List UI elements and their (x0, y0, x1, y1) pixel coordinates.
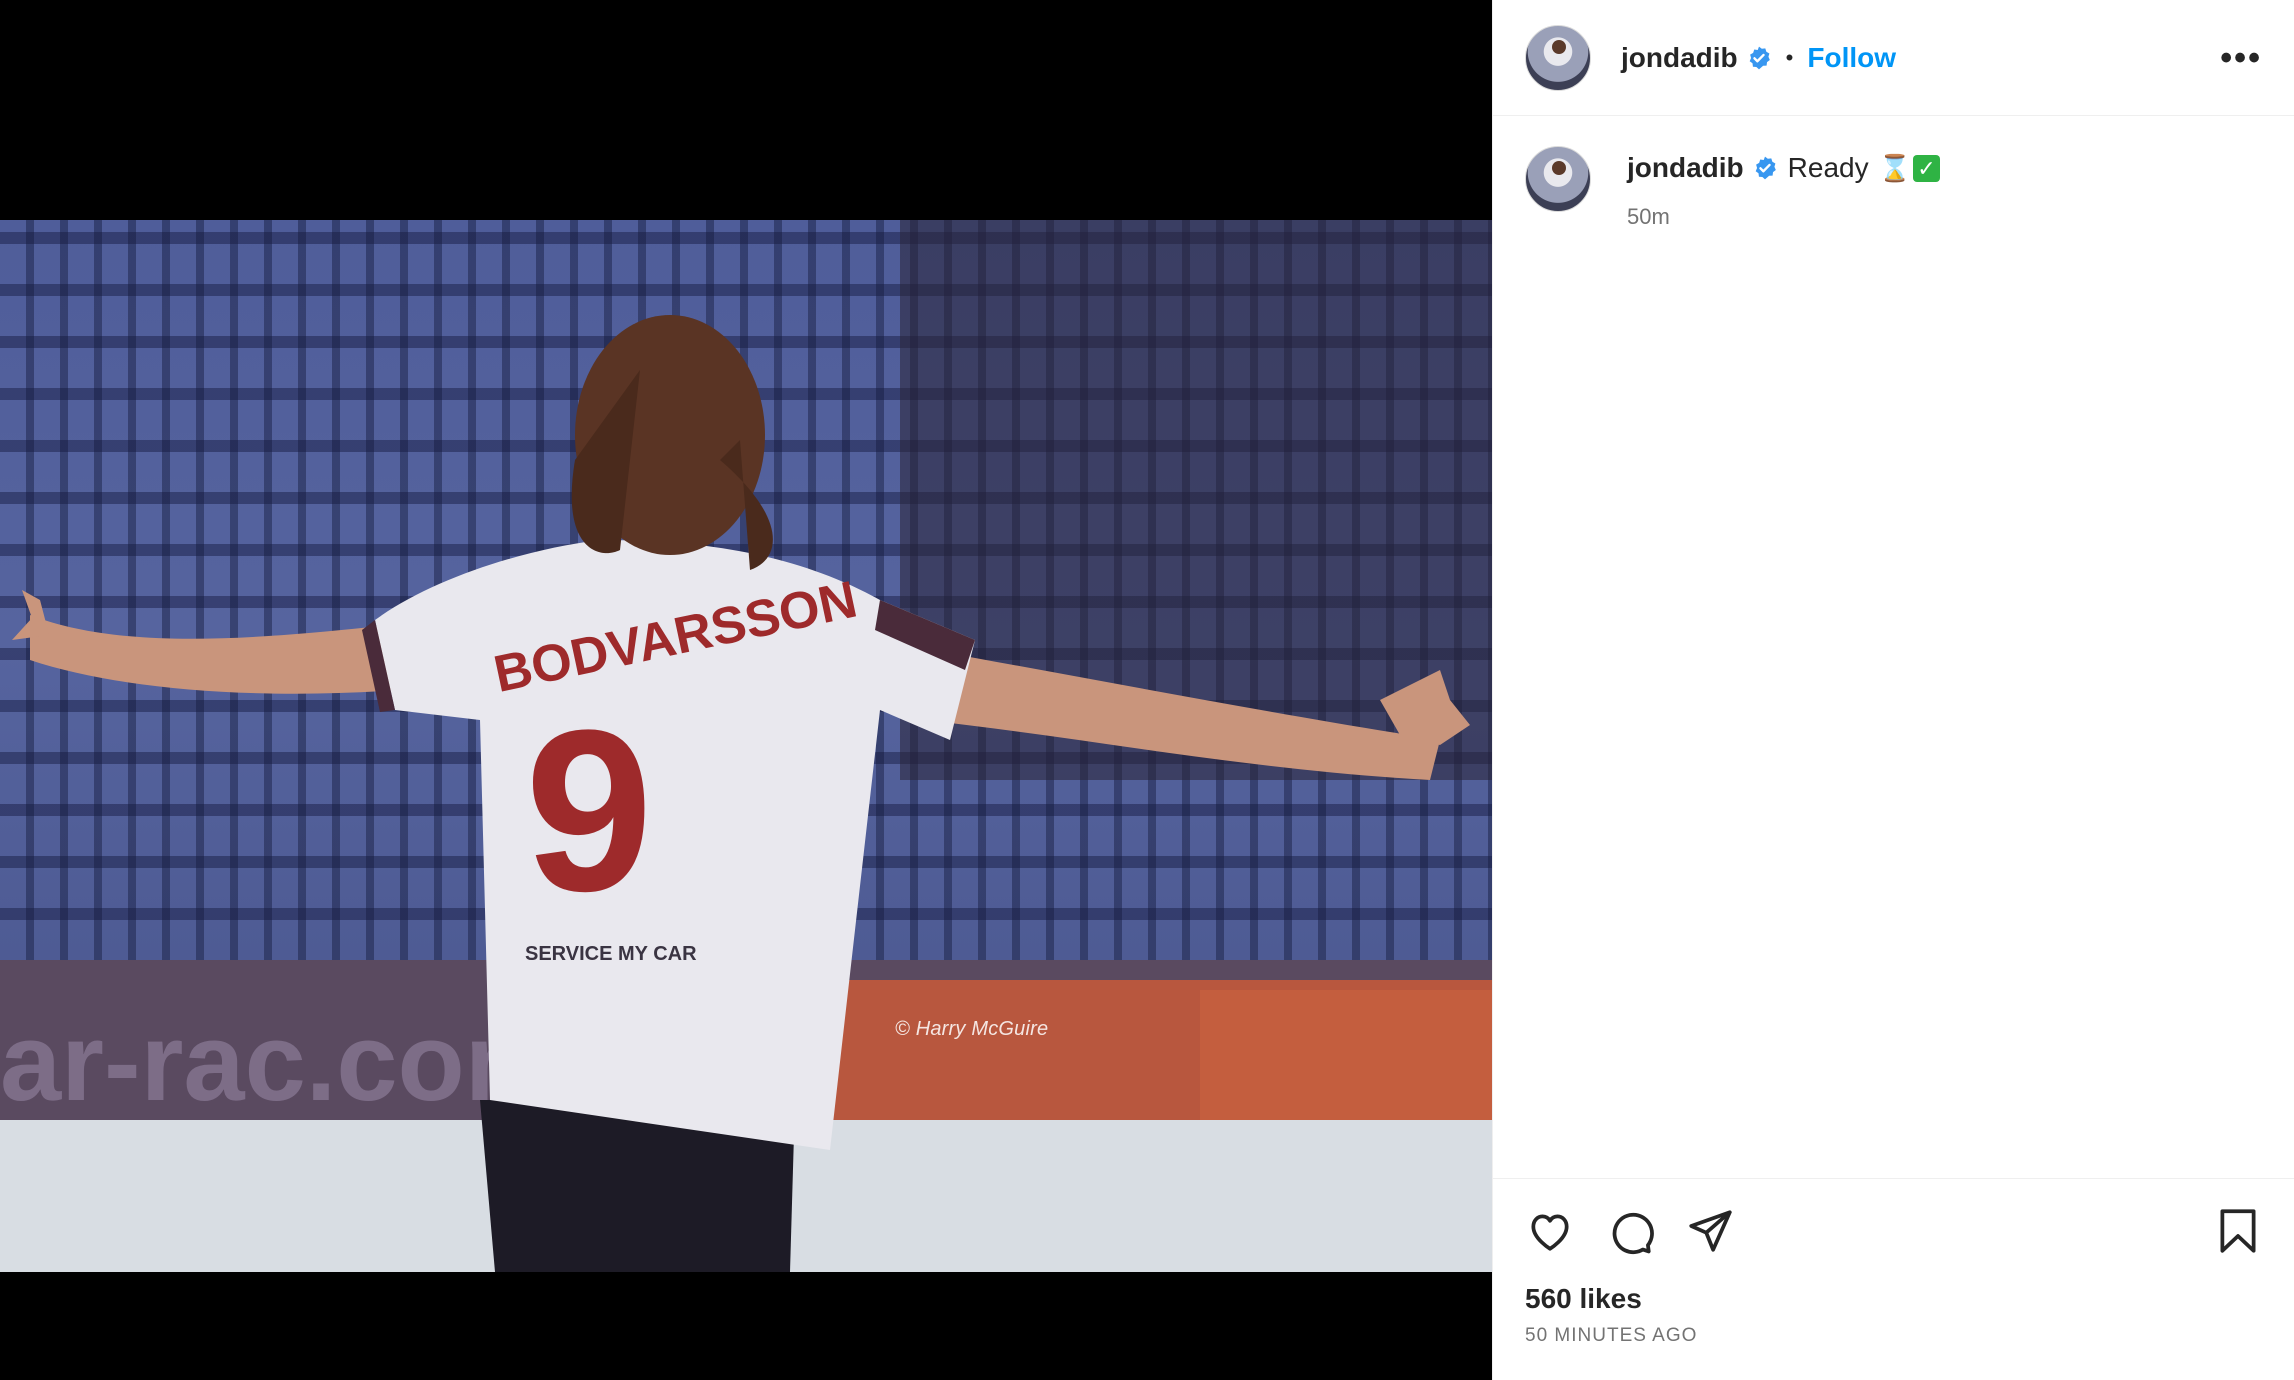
comment-icon[interactable] (1605, 1206, 1655, 1256)
author-username[interactable]: jondadib (1621, 42, 1738, 74)
jersey-sponsor: SERVICE MY CAR (525, 943, 697, 965)
verified-badge-icon (1749, 46, 1770, 69)
caption-body: jondadib Ready ⌛ ✓ 50m (1627, 146, 1940, 230)
verified-badge-icon (1755, 156, 1776, 180)
header-separator: • (1785, 44, 1794, 70)
caption: jondadib Ready ⌛ ✓ 50m (1493, 116, 2294, 230)
bookmark-icon[interactable] (2213, 1206, 2263, 1256)
check-mark-emoji-icon: ✓ (1912, 154, 1940, 182)
banner-text: ar-rac.com (0, 1001, 563, 1124)
post-media[interactable]: ar-rac.com BODVARSSON 9 SERVICE MY CAR ©… (0, 0, 1492, 1380)
more-options-icon[interactable]: ••• (2220, 41, 2262, 75)
caption-username[interactable]: jondadib (1627, 152, 1744, 184)
post-date: 50 MINUTES AGO (1525, 1325, 1698, 1346)
post-header: jondadib • Follow ••• (1493, 0, 2294, 116)
share-icon[interactable] (1685, 1206, 1735, 1256)
jersey-number: 9 (525, 682, 653, 939)
photo-watermark: © Harry McGuire (895, 1018, 1049, 1040)
caption-text: Ready (1787, 152, 1869, 183)
instagram-post: ar-rac.com BODVARSSON 9 SERVICE MY CAR ©… (0, 0, 2294, 1380)
author-avatar[interactable] (1525, 24, 1591, 91)
action-bar (1493, 1179, 2294, 1283)
post-footer: 560 likes 50 MINUTES AGO (1493, 1178, 2294, 1347)
post-photo: ar-rac.com BODVARSSON 9 SERVICE MY CAR ©… (0, 220, 1492, 1272)
follow-button[interactable]: Follow (1807, 42, 1896, 74)
heart-icon[interactable] (1525, 1206, 1575, 1256)
caption-avatar[interactable] (1525, 146, 1591, 212)
post-sidebar: jondadib • Follow ••• jondadib Ready ⌛ ✓… (1492, 0, 2294, 1380)
player-illustration: ar-rac.com BODVARSSON 9 SERVICE MY CAR (0, 220, 1492, 1272)
hourglass-emoji-icon: ⌛ (1878, 152, 1911, 183)
like-count[interactable]: 560 likes (1493, 1283, 2294, 1315)
caption-line: jondadib Ready ⌛ ✓ (1627, 152, 1940, 184)
caption-timestamp[interactable]: 50m (1627, 204, 1940, 230)
